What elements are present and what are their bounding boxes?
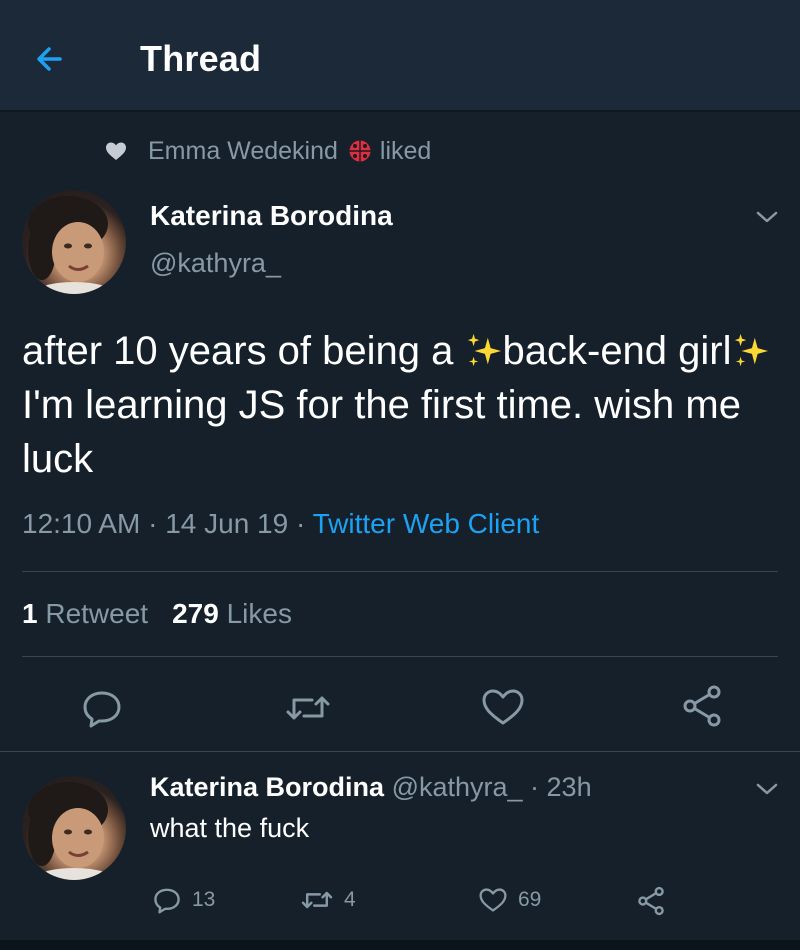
liked-verb: liked <box>379 136 432 165</box>
retweets-stat[interactable]: 1 Retweet <box>22 598 148 629</box>
heart-outline-icon <box>482 689 524 725</box>
likes-count: 279 <box>172 598 219 629</box>
share-button[interactable] <box>680 684 724 728</box>
tweet-date: 14 Jun 19 <box>165 508 289 539</box>
tweet-menu-button[interactable] <box>754 208 780 226</box>
tweet-text: after 10 years of being a back-end girl … <box>22 324 782 486</box>
sparkles-emoji <box>467 333 501 367</box>
reply-icon <box>154 888 180 914</box>
like-button[interactable] <box>480 686 526 728</box>
reply-menu-button[interactable] <box>754 780 780 798</box>
reply-avatar[interactable] <box>22 776 126 880</box>
tweet-client-link[interactable]: Twitter Web Client <box>313 508 540 539</box>
reply-button[interactable] <box>80 688 124 728</box>
avatar-portrait <box>28 196 114 294</box>
reply-author-handle[interactable]: @kathyra_ <box>392 772 523 802</box>
reply-reply-button[interactable]: 13 <box>152 886 215 914</box>
tweet-text-part: back-end girl <box>502 329 732 373</box>
tweet-time: 12:10 AM <box>22 508 141 539</box>
reply-count: 13 <box>192 888 216 911</box>
reply-text: what the fuck <box>150 813 310 843</box>
reply-header: Katerina Borodina @kathyra_ · 23h <box>150 772 592 802</box>
heart-icon <box>106 142 126 160</box>
reply-retweet-button[interactable]: 4 <box>300 886 356 914</box>
like-count: 69 <box>518 888 542 911</box>
author-handle[interactable]: @kathyra_ <box>150 248 281 279</box>
tweet-stats: 1 Retweet 279 Likes <box>22 598 292 630</box>
retweet-icon <box>286 696 330 720</box>
likes-stat[interactable]: 279 Likes <box>172 598 292 629</box>
divider <box>22 571 778 572</box>
reply-age: 23h <box>546 772 592 802</box>
share-icon <box>683 685 721 727</box>
avatar[interactable] <box>22 190 126 294</box>
sparkles-emoji <box>734 333 768 367</box>
top-bar: Thread <box>0 0 800 112</box>
author-name[interactable]: Katerina Borodina <box>150 200 393 232</box>
avatar-portrait <box>28 782 114 880</box>
retweet-button[interactable] <box>284 688 332 728</box>
reply-icon <box>83 691 121 728</box>
share-icon <box>638 886 664 916</box>
social-context: Emma Wedekind liked <box>104 134 431 168</box>
reply-author-name[interactable]: Katerina Borodina <box>150 772 384 802</box>
liker-name[interactable]: Emma Wedekind <box>148 137 338 166</box>
retweets-label: Retweet <box>45 598 149 629</box>
bottom-edge <box>0 940 800 950</box>
chevron-down-icon <box>756 211 778 223</box>
chevron-down-icon <box>756 783 778 795</box>
divider <box>22 656 778 657</box>
retweet-icon <box>301 891 333 909</box>
retweet-count: 4 <box>344 888 356 911</box>
page-title: Thread <box>140 38 262 79</box>
tweet-meta: 12:10 AM · 14 Jun 19 · Twitter Web Clien… <box>22 508 540 539</box>
back-button[interactable] <box>28 36 78 82</box>
twitter-thread-screen: Thread Emma Wedekind liked Katerina Boro… <box>0 0 800 950</box>
ladybug-emoji <box>349 140 371 162</box>
retweets-count: 1 <box>22 598 38 629</box>
likes-label: Likes <box>226 598 292 629</box>
tweet-text-part: after 10 years of being a <box>22 329 465 373</box>
divider <box>0 751 800 752</box>
reply-like-button[interactable]: 69 <box>478 886 541 914</box>
arrow-left-icon <box>37 47 62 71</box>
tweet-text-part: I'm learning JS for the first time. wish… <box>22 383 741 481</box>
reply-share-button[interactable] <box>636 886 666 916</box>
heart-outline-icon <box>479 888 507 912</box>
